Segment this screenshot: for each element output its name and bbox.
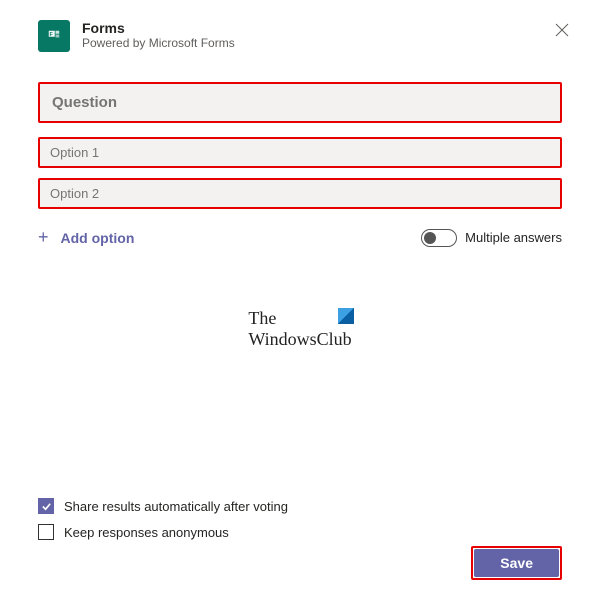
option-input-1[interactable] [40,139,560,166]
save-button[interactable]: Save [474,549,559,577]
watermark: The WindowsClub [38,308,562,349]
keep-anonymous-label: Keep responses anonymous [64,525,229,540]
multiple-answers-label: Multiple answers [465,230,562,245]
question-input[interactable] [40,84,560,121]
multiple-answers-toggle[interactable] [421,229,457,247]
share-results-label: Share results automatically after voting [64,499,288,514]
close-button[interactable] [552,20,572,40]
toggle-knob [424,232,436,244]
keep-anonymous-checkbox[interactable] [38,524,54,540]
close-icon [555,23,569,37]
forms-app-icon: F [38,20,70,52]
add-option-label: Add option [61,230,135,246]
app-subtitle: Powered by Microsoft Forms [82,36,235,50]
app-title: Forms [82,20,235,36]
plus-icon: + [38,227,49,248]
option-input-2[interactable] [40,180,560,207]
share-results-checkbox[interactable] [38,498,54,514]
watermark-line2: WindowsClub [248,329,351,350]
watermark-line1: The [248,308,351,329]
add-option-button[interactable]: + Add option [38,227,134,248]
watermark-square-icon [338,308,354,324]
check-icon [41,501,52,512]
